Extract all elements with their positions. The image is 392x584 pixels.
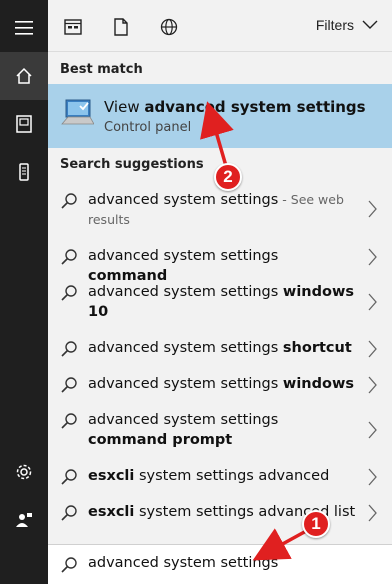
suggestion-text-normal: advanced system settings xyxy=(88,376,283,392)
document-icon xyxy=(114,18,128,36)
chevron-right-icon[interactable] xyxy=(368,340,378,358)
best-match-result[interactable]: View advanced system settings Control pa… xyxy=(48,84,392,148)
annotation-badge-2: 2 xyxy=(214,163,242,191)
suggestion-text-normal: advanced system settings xyxy=(88,248,279,264)
suggestion-text-normal: advanced system settings xyxy=(88,412,279,428)
suggestion-text-normal: system settings advanced xyxy=(134,468,330,484)
suggestion-item[interactable]: advanced system settings windows xyxy=(48,376,392,398)
chevron-right-icon[interactable] xyxy=(368,248,378,266)
suggestion-text-normal: advanced system settings xyxy=(88,340,283,356)
home-icon xyxy=(16,67,32,84)
hamburger-menu-button[interactable] xyxy=(0,4,48,52)
documents-icon xyxy=(16,115,32,133)
suggestion-text-normal: advanced system settings xyxy=(88,284,283,300)
best-match-heading: Best match xyxy=(60,62,143,77)
best-match-subtitle: Control panel xyxy=(104,120,192,135)
device-icon xyxy=(19,163,29,181)
search-icon xyxy=(61,285,77,301)
suggestion-text-bold: esxcli xyxy=(88,468,135,484)
suggestion-text-normal: advanced system settings xyxy=(88,192,279,208)
suggestion-item[interactable]: esxcli system settings advanced xyxy=(48,468,392,490)
settings-gear-icon xyxy=(16,464,32,480)
chevron-right-icon[interactable] xyxy=(368,376,378,394)
search-icon xyxy=(61,193,77,209)
suggestion-text: advanced system settings - See web resul… xyxy=(88,190,358,230)
navigation-rail xyxy=(0,0,48,584)
documents-filter-button[interactable] xyxy=(110,16,132,38)
suggestion-item[interactable]: advanced system settings - See web resul… xyxy=(48,192,392,232)
suggestion-text-bold: shortcut xyxy=(282,340,352,356)
documents-button[interactable] xyxy=(0,100,48,148)
chevron-right-icon[interactable] xyxy=(368,421,378,439)
suggestion-text-bold: windows xyxy=(282,376,354,392)
web-filter-button[interactable] xyxy=(158,16,180,38)
suggestion-text-bold: command prompt xyxy=(88,432,233,448)
best-match-title-prefix: View xyxy=(104,98,145,116)
search-toolbar: Filters xyxy=(48,0,392,52)
best-match-title: View advanced system settings xyxy=(104,98,366,116)
suggestion-item[interactable]: advanced system settings command prompt xyxy=(48,412,392,452)
hamburger-icon xyxy=(15,21,33,35)
home-button[interactable] xyxy=(0,52,48,100)
search-icon xyxy=(61,469,77,485)
suggestion-text-bold: esxcli xyxy=(88,504,135,520)
settings-button[interactable] xyxy=(0,448,48,496)
device-button[interactable] xyxy=(0,148,48,196)
filters-dropdown[interactable]: Filters xyxy=(316,17,378,33)
suggestion-text: advanced system settings command xyxy=(88,246,358,286)
suggestion-text: advanced system settings shortcut xyxy=(88,338,358,358)
suggestion-item[interactable]: advanced system settings shortcut xyxy=(48,340,392,362)
apps-filter-button[interactable] xyxy=(62,16,84,38)
chevron-right-icon[interactable] xyxy=(368,293,378,311)
suggestion-text: advanced system settings command prompt xyxy=(88,410,358,450)
search-icon xyxy=(61,377,77,393)
feedback-person-icon xyxy=(16,513,32,527)
chevron-down-icon xyxy=(362,20,378,29)
search-icon xyxy=(61,557,77,573)
suggestion-item[interactable]: advanced system settings command xyxy=(48,248,392,284)
search-icon xyxy=(61,341,77,357)
suggestion-text: advanced system settings windows xyxy=(88,374,358,394)
search-icon xyxy=(61,413,77,429)
suggestion-item[interactable]: advanced system settings windows 10 xyxy=(48,284,392,324)
feedback-button[interactable] xyxy=(0,496,48,544)
suggestion-item[interactable]: esxcli system settings advanced list xyxy=(48,504,392,526)
search-icon xyxy=(61,505,77,521)
best-match-title-bold: advanced system settings xyxy=(144,98,366,116)
chevron-right-icon[interactable] xyxy=(368,504,378,522)
system-laptop-icon xyxy=(61,99,94,125)
search-suggestions-heading: Search suggestions xyxy=(60,157,204,172)
suggestion-text: advanced system settings windows 10 xyxy=(88,282,358,322)
search-box[interactable]: advanced system settings xyxy=(48,544,392,584)
suggestion-text: esxcli system settings advanced xyxy=(88,466,358,486)
search-icon xyxy=(61,249,77,265)
filters-label: Filters xyxy=(315,17,354,33)
search-input[interactable]: advanced system settings xyxy=(88,555,278,571)
globe-icon xyxy=(160,18,178,36)
annotation-badge-1: 1 xyxy=(302,510,330,538)
chevron-right-icon[interactable] xyxy=(368,468,378,486)
search-results-panel: Best match View advanced system settings… xyxy=(48,52,392,544)
apps-icon xyxy=(64,19,82,35)
chevron-right-icon[interactable] xyxy=(368,200,378,218)
